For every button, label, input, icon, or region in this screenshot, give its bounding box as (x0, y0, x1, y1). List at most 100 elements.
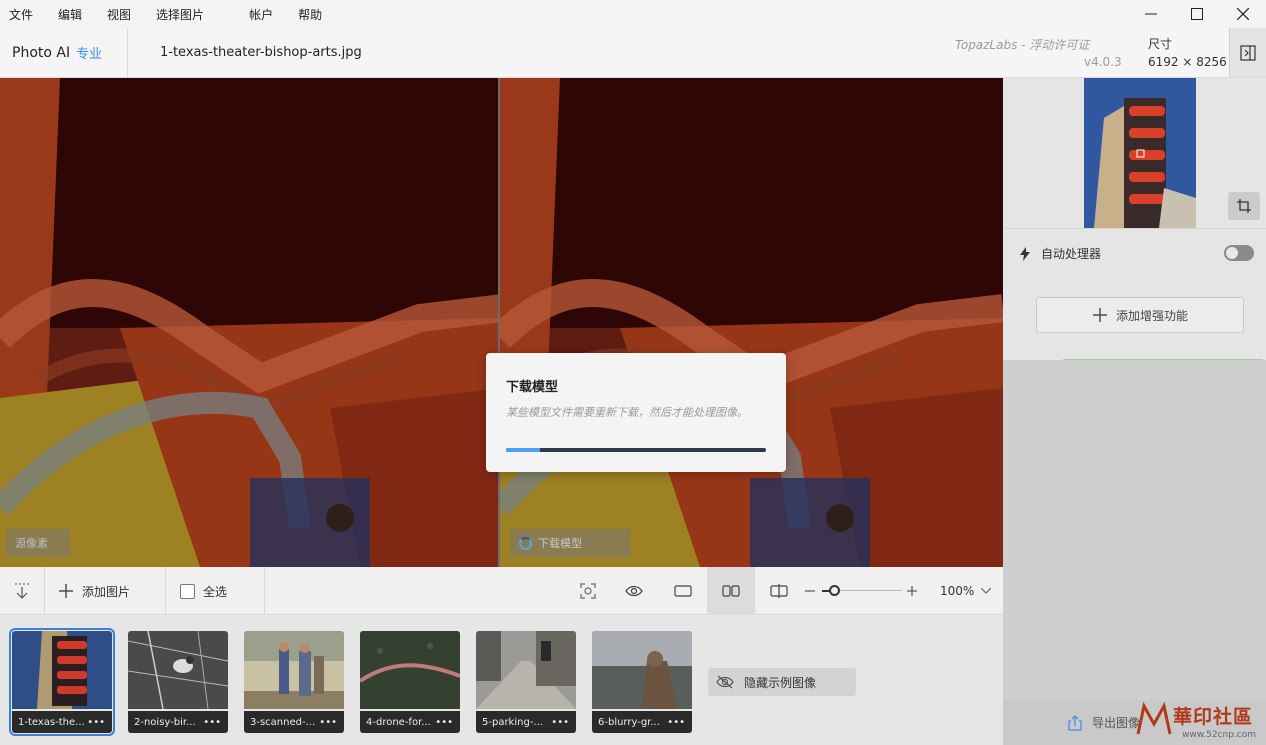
eye-icon (625, 585, 643, 597)
progress-indicator-line (1063, 359, 1263, 360)
hide-examples-label: 隐藏示例图像 (744, 675, 817, 690)
navigator-section: 自动处理器 添加增强功能 (1003, 78, 1266, 360)
bottom-toolbar: 添加图片 全选 100% (0, 567, 1003, 615)
thumbnail-caption: 1-texas-the... ••• (12, 711, 112, 733)
thumbnail-caption: 4-drone-for... ••• (360, 711, 460, 733)
select-all-label: 全选 (203, 584, 228, 599)
more-options-icon[interactable]: ••• (87, 717, 105, 728)
app-name: Photo AI (12, 44, 71, 61)
thumbnail-3[interactable]: 3-scanned-... ••• (244, 631, 344, 733)
single-view-button[interactable] (660, 567, 706, 615)
thumbnail-name: 4-drone-for... (366, 716, 431, 728)
side-by-side-view-button[interactable] (707, 567, 755, 615)
plus-small-icon (907, 586, 917, 596)
menu-account[interactable]: 帐户 (249, 6, 273, 23)
zoom-level[interactable]: 100% (940, 584, 974, 598)
close-button[interactable] (1220, 0, 1266, 28)
export-icon (1068, 714, 1082, 731)
thumbnail-caption: 6-blurry-gr... ••• (592, 711, 692, 733)
right-panel: 自动处理器 添加增强功能 导出图像 (1003, 78, 1266, 745)
thumbnail-6[interactable]: 6-blurry-gr... ••• (592, 631, 692, 733)
close-icon (1237, 8, 1249, 20)
thumbnail-caption: 2-noisy-bir... ••• (128, 711, 228, 733)
face-detect-button[interactable] (570, 567, 606, 615)
lightning-icon (1020, 246, 1030, 261)
menu-view[interactable]: 视图 (107, 6, 131, 23)
crop-button[interactable] (1228, 192, 1260, 220)
watermark: 華印社區 www.52cnp.com (1132, 698, 1266, 745)
more-options-icon[interactable]: ••• (667, 717, 685, 728)
toggle-knob (1226, 247, 1238, 259)
brand: Photo AI 专业 (0, 28, 128, 77)
checkbox-box (180, 583, 195, 599)
panel-toggle-icon (1240, 44, 1256, 61)
add-enhancement-button[interactable]: 添加增强功能 (1036, 297, 1244, 333)
menu-bar: 文件 编辑 视图 选择图片 帐户 帮助 (0, 0, 1266, 28)
maximize-button[interactable] (1174, 0, 1220, 28)
thumbnail-image (12, 631, 112, 709)
toolbar-separator (264, 567, 265, 615)
sort-down-icon (15, 583, 29, 599)
license-text: TopazLabs - 浮动许可证 (955, 38, 1090, 52)
add-image-label: 添加图片 (82, 584, 131, 599)
modal-backdrop (0, 78, 1003, 567)
more-options-icon[interactable]: ••• (435, 717, 453, 728)
add-image-button[interactable]: 添加图片 (58, 567, 158, 615)
thumbnail-image (476, 631, 576, 709)
thumbnail-4[interactable]: 4-drone-for... ••• (360, 631, 460, 733)
thumbnail-name: 1-texas-the... (18, 716, 85, 728)
dimensions-value: 6192 × 8256 (1148, 55, 1227, 69)
file-name: 1-texas-theater-bishop-arts.jpg (160, 45, 362, 60)
thumbnail-5[interactable]: 5-parking-... ••• (476, 631, 576, 733)
select-all-checkbox[interactable]: 全选 (180, 567, 250, 615)
zoom-in-button[interactable] (904, 567, 920, 615)
watermark-url: www.52cnp.com (1182, 730, 1257, 740)
more-options-icon[interactable]: ••• (203, 717, 221, 728)
navigator-image (1084, 78, 1196, 228)
menu-help[interactable]: 帮助 (298, 6, 322, 23)
version-text: v4.0.3 (1084, 55, 1122, 69)
window-controls (1128, 0, 1266, 28)
zoom-dropdown-button[interactable] (976, 567, 996, 615)
plus-icon (59, 584, 73, 598)
panel-divider (1003, 228, 1266, 229)
thumbnail-image (128, 631, 228, 710)
more-options-icon[interactable]: ••• (319, 717, 337, 728)
split-view-button[interactable] (758, 567, 800, 615)
downloading-model-text: 下载模型 (538, 537, 582, 550)
thumbnail-caption: 3-scanned-... ••• (244, 711, 344, 733)
focus-frame-icon (580, 583, 596, 599)
navigator-thumbnail[interactable] (1084, 78, 1196, 228)
watermark-logo-icon (1136, 701, 1172, 735)
split-view-icon (770, 584, 788, 598)
menu-edit[interactable]: 编辑 (58, 6, 82, 23)
autopilot-row: 自动处理器 (1019, 245, 1101, 262)
preview-area[interactable]: 源像素 下载模型 (0, 78, 1003, 567)
thumbnail-name: 5-parking-... (482, 716, 543, 728)
add-enhancement-label: 添加增强功能 (1115, 308, 1188, 323)
downloading-model-label: 下载模型 (510, 529, 631, 557)
thumbnail-image (592, 631, 692, 709)
preview-toggle-button[interactable] (616, 567, 652, 615)
thumbnail-1[interactable]: 1-texas-the... ••• (9, 628, 115, 736)
single-view-icon (674, 585, 692, 597)
dialog-title: 下载模型 (506, 380, 559, 395)
chevron-down-icon (981, 588, 991, 594)
autopilot-toggle[interactable] (1224, 245, 1254, 261)
autopilot-label: 自动处理器 (1041, 247, 1102, 261)
hide-examples-button[interactable]: 隐藏示例图像 (708, 668, 856, 696)
dimensions-label: 尺寸 (1148, 37, 1173, 51)
zoom-slider-handle[interactable] (829, 585, 840, 596)
menu-file[interactable]: 文件 (9, 6, 33, 23)
minimize-button[interactable] (1128, 0, 1174, 28)
more-options-icon[interactable]: ••• (551, 717, 569, 728)
panel-toggle-button[interactable] (1229, 28, 1266, 77)
thumbnail-2[interactable]: 2-noisy-bir... ••• (128, 631, 228, 733)
dialog-description: 某些模型文件需要重新下载，然后才能处理图像。 (506, 406, 748, 419)
download-progress-bar (506, 448, 766, 452)
zoom-out-button[interactable] (802, 567, 818, 615)
sort-button[interactable] (0, 567, 44, 615)
toolbar-separator (165, 567, 166, 615)
menu-select-images[interactable]: 选择图片 (156, 6, 204, 23)
original-pixels-label: 源像素 (6, 529, 70, 557)
